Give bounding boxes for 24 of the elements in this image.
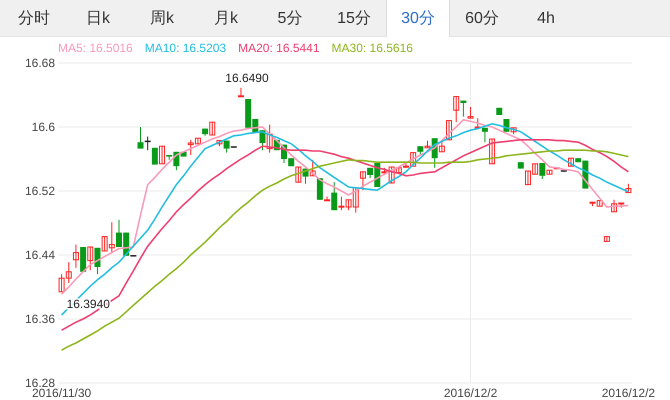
period-tab[interactable]: 30分 [386, 0, 450, 37]
moving-average-legend: MA5: 16.5016 [58, 41, 133, 55]
period-tab[interactable]: 15分 [322, 0, 386, 37]
x-axis-label: 2016/12/2 [444, 386, 498, 400]
period-tab[interactable]: 周k [130, 0, 194, 37]
period-tab[interactable]: 月k [194, 0, 258, 37]
period-tab[interactable]: 5分 [258, 0, 322, 37]
y-axis-label: 16.52 [24, 184, 55, 198]
price-annotation: 16.6490 [225, 70, 269, 85]
period-tab[interactable]: 60分 [450, 0, 514, 37]
x-axis-label: 2016/12/2 [602, 386, 656, 400]
period-tab[interactable]: 分时 [2, 0, 66, 37]
candlestick [604, 236, 610, 242]
y-axis-label: 16.6 [32, 120, 55, 134]
period-tab[interactable]: 4h [514, 0, 578, 37]
moving-average-legend: MA30: 16.5616 [332, 41, 413, 55]
y-axis-label: 16.44 [24, 248, 55, 262]
y-axis-label: 16.68 [24, 56, 55, 70]
moving-average-legend: MA10: 16.5203 [144, 41, 226, 55]
candlestick [496, 107, 502, 116]
moving-average-legend: MA20: 16.5441 [238, 41, 320, 55]
candlestick [625, 183, 632, 194]
y-axis-label: 16.36 [24, 312, 55, 326]
period-tab[interactable]: 日k [66, 0, 130, 37]
